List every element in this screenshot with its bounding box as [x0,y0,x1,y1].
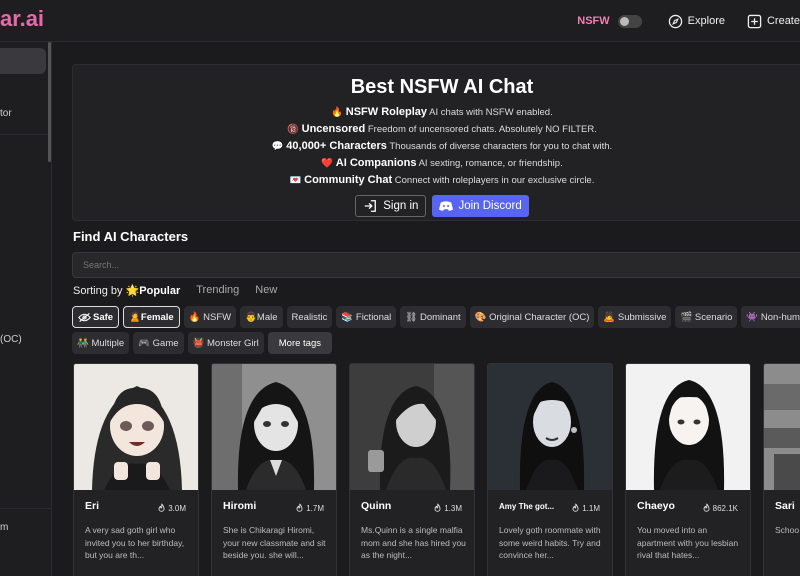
sidebar-divider [0,508,51,509]
tag-realistic[interactable]: Realistic [286,306,333,328]
character-image [626,364,750,490]
tag-row: 👬 Multiple 🎮 Game 👹 Monster Girl More ta… [72,332,332,354]
tag-game[interactable]: 🎮 Game [133,332,184,354]
tag-monster-girl[interactable]: 👹 Monster Girl [187,332,264,354]
more-tags-button[interactable]: More tags [267,332,332,354]
character-image [350,364,474,490]
sort-trending[interactable]: Trending [196,284,239,297]
character-card[interactable]: Quinn 1.3M Ms.Quinn is a single malfia m… [349,363,475,576]
tag-multiple[interactable]: 👬 Multiple [72,332,130,354]
chat-count: 1.1M [571,503,600,513]
character-card[interactable]: Chaeyo 862.1K You moved into an apartmen… [625,363,751,576]
tag-female[interactable]: 🙎Female [123,306,180,328]
find-characters-title: Find AI Characters [73,229,189,244]
tag-nsfw[interactable]: 🔥 NSFW [183,306,237,328]
main-content: Best NSFW AI Chat 🔥 NSFW Roleplay AI cha… [72,42,800,576]
tag-safe[interactable]: Safe [72,306,120,328]
sidebar-item-active[interactable] [0,48,46,74]
nsfw-toggle[interactable] [617,14,642,28]
character-description: Ms.Quinn is a single malfia mom and she … [361,525,466,560]
character-name: Eri [85,500,100,512]
explore-link[interactable]: Explore [668,14,725,29]
character-card[interactable]: Sari Schoo presid [763,363,800,576]
character-image [764,364,800,490]
plus-square-icon [747,14,762,28]
sidebar-item-label[interactable]: m [0,522,8,533]
character-description: A very sad goth girl who invited you to … [85,525,185,560]
flame-icon [158,503,165,512]
character-image [212,364,336,490]
feature-line: 💬 40,000+ Characters Thousands of divers… [271,140,613,152]
discord-icon [439,201,454,211]
logo[interactable]: ar.ai [0,6,44,32]
join-discord-button[interactable]: Join Discord [432,195,529,217]
feature-list: 🔥 NSFW Roleplay AI chats with NSFW enabl… [73,104,800,189]
sort-options: Sorting by 🌟Popular Trending New [73,284,277,297]
character-description: You moved into an apartment with you les… [637,525,739,560]
character-image [74,364,198,490]
sort-new[interactable]: New [255,284,277,297]
flame-icon [296,503,303,512]
hero-banner: Best NSFW AI Chat 🔥 NSFW Roleplay AI cha… [72,64,800,221]
character-card[interactable]: Hiromi 1.7M She is Chikaragi Hiromi, you… [211,363,337,576]
login-icon [365,200,377,212]
character-card[interactable]: Amy The got... 1.1M Lovely goth roommate… [487,363,613,576]
search-input[interactable] [72,252,800,278]
flame-icon [434,503,441,512]
sidebar-divider [0,134,51,135]
sidebar-item-label[interactable]: (OC) [0,334,22,345]
tag-row: Safe 🙎Female 🔥 NSFW 👨Male Realistic 📚 Fi… [72,306,800,328]
character-grid: Eri 3.0M A very sad goth girl who invite… [73,363,800,576]
explore-label: Explore [687,15,725,27]
sort-popular[interactable]: Sorting by 🌟Popular [73,284,180,297]
tag-scenario[interactable]: 🎬 Scenario [675,306,738,328]
character-description: She is Chikaragi Hiromi, your new classm… [223,525,326,560]
tag-fictional[interactable]: 📚 Fictional [336,306,397,328]
chat-count: 862.1K [702,503,738,513]
create-link[interactable]: Create [747,14,800,29]
hero-title: Best NSFW AI Chat [350,76,534,98]
sidebar: tor (OC) m [0,42,52,576]
character-card[interactable]: Eri 3.0M A very sad goth girl who invite… [73,363,199,576]
flame-icon [703,503,710,512]
sidebar-scrollbar[interactable] [48,42,51,162]
chat-count: 1.7M [295,503,324,513]
compass-icon [668,14,682,28]
eye-off-icon [78,312,91,322]
character-description: Lovely goth roommate with some weird hab… [499,525,601,560]
chat-count: 1.3M [433,503,462,513]
feature-line: ❤️ AI Companions AI sexting, romance, or… [321,157,563,169]
feature-line: 💌 Community Chat Connect with roleplayer… [289,174,595,186]
create-label: Create [766,15,800,27]
tag-submissive[interactable]: 🙇 Submissive [598,306,672,328]
chat-count: 3.0M [157,503,186,513]
character-name: Quinn [361,500,392,512]
sidebar-item-label[interactable]: tor [0,108,12,119]
feature-line: 🔥 NSFW Roleplay AI chats with NSFW enabl… [331,106,553,118]
character-name: Sari [775,500,795,512]
sign-in-button[interactable]: Sign in [355,195,427,217]
hero-buttons: Sign in Join Discord [73,195,800,217]
character-name: Chaeyo [637,500,675,512]
character-name: Hiromi [223,500,257,512]
character-name: Amy The got... [499,502,555,511]
tag-non-human[interactable]: 👾 Non-human [741,306,800,328]
feature-line: 🔞 Uncensored Freedom of uncensored chats… [287,123,597,135]
nsfw-label: NSFW [577,15,610,27]
tag-dominant[interactable]: ⛓ Dominant [400,306,466,328]
top-bar-actions: NSFW Explore Create [577,0,800,42]
tag-male[interactable]: 👨Male [240,306,283,328]
character-description: Schoo presid [775,525,800,535]
flame-icon [572,503,579,512]
tag-original-character[interactable]: 🎨 Original Character (OC) [469,306,595,328]
top-bar: ar.ai NSFW Explore Create [0,0,800,42]
character-image [488,364,612,490]
